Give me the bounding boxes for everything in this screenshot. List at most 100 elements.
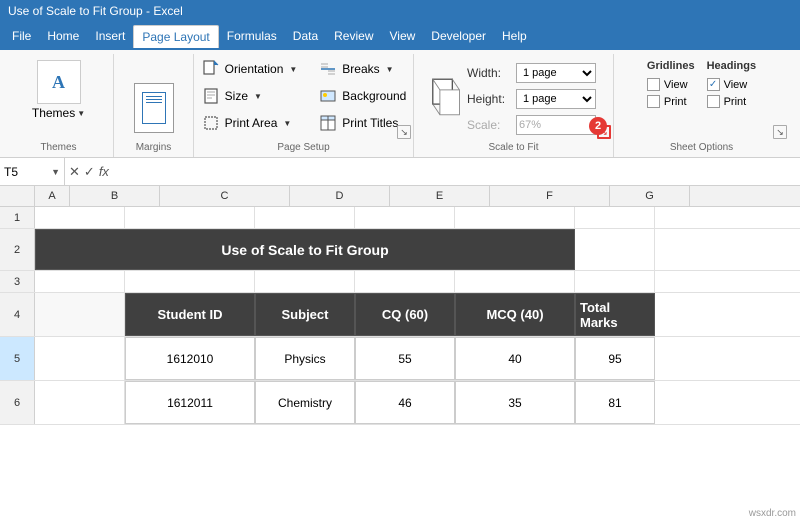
menu-file[interactable]: File <box>4 25 39 47</box>
themes-button[interactable]: A Themes ▼ <box>24 56 93 124</box>
cell-d5[interactable]: Physics <box>255 337 355 380</box>
headings-view-checkbox[interactable] <box>707 78 720 91</box>
cell-b2-merged[interactable]: Use of Scale to Fit Group <box>35 229 575 270</box>
data-row1-col4: 81 <box>608 396 621 410</box>
page-setup-group: Orientation ▼ Size ▼ Print Area ▼ <box>194 54 414 157</box>
confirm-btn[interactable]: ✓ <box>84 164 95 180</box>
gridlines-print-checkbox[interactable] <box>647 95 660 108</box>
print-titles-button[interactable]: Print Titles <box>314 110 410 136</box>
size-label: Size <box>225 89 248 103</box>
menu-insert[interactable]: Insert <box>87 25 133 47</box>
scale-row: Scale: <box>467 113 596 137</box>
cell-f4-header[interactable]: MCQ (40) <box>455 293 575 336</box>
header-cq: CQ (60) <box>382 307 428 322</box>
cell-d6[interactable]: Chemistry <box>255 381 355 424</box>
data-row0-col0: 1612010 <box>167 352 214 366</box>
cell-f1[interactable] <box>455 207 575 228</box>
gridlines-view-checkbox[interactable] <box>647 78 660 91</box>
cell-f6[interactable]: 35 <box>455 381 575 424</box>
ps-right-buttons: Breaks ▼ Background Print Titles <box>314 56 410 136</box>
cell-g6[interactable]: 81 <box>575 381 655 424</box>
size-button[interactable]: Size ▼ <box>197 83 302 109</box>
data-row0-col2: 55 <box>398 352 411 366</box>
menu-bar: File Home Insert Page Layout Formulas Da… <box>0 22 800 50</box>
cell-e1[interactable] <box>355 207 455 228</box>
row-num-header <box>0 186 35 206</box>
cell-g1[interactable] <box>575 207 655 228</box>
menu-formulas[interactable]: Formulas <box>219 25 285 47</box>
cell-g2[interactable] <box>575 229 655 270</box>
menu-home[interactable]: Home <box>39 25 87 47</box>
ribbon: A Themes ▼ Themes Margins <box>0 50 800 158</box>
header-student-id: Student ID <box>158 307 223 322</box>
menu-data[interactable]: Data <box>285 25 326 47</box>
margins-icon[interactable] <box>134 83 174 133</box>
cell-d4-header[interactable]: Subject <box>255 293 355 336</box>
breaks-button[interactable]: Breaks ▼ <box>314 56 410 82</box>
cell-c1[interactable] <box>125 207 255 228</box>
cell-b3[interactable] <box>35 271 125 292</box>
gridlines-view-row: View <box>647 78 695 91</box>
background-label: Background <box>342 89 406 103</box>
data-row1-col3: 35 <box>508 396 521 410</box>
orientation-button[interactable]: Orientation ▼ <box>197 56 302 82</box>
headings-view-label: View <box>724 79 748 91</box>
cell-b4[interactable] <box>35 293 125 336</box>
sheet-options-dialog-launcher[interactable]: ↘ <box>773 125 787 139</box>
height-select[interactable]: 1 page 2 pages 3 pages Automatic <box>516 89 596 109</box>
title-bar: Use of Scale to Fit Group - Excel <box>0 0 800 22</box>
cell-c4-header[interactable]: Student ID <box>125 293 255 336</box>
themes-group: A Themes ▼ Themes <box>4 54 114 157</box>
cell-d3[interactable] <box>255 271 355 292</box>
themes-label: Themes <box>32 106 75 120</box>
cell-b6[interactable] <box>35 381 125 424</box>
menu-help[interactable]: Help <box>494 25 535 47</box>
size-arrow: ▼ <box>254 92 262 101</box>
cell-e3[interactable] <box>355 271 455 292</box>
cancel-btn[interactable]: ✕ <box>69 164 80 180</box>
cell-g3[interactable] <box>575 271 655 292</box>
cell-f5[interactable]: 40 <box>455 337 575 380</box>
formula-input[interactable] <box>113 158 800 185</box>
sheet-options-group: Gridlines View Print Headings View <box>614 54 789 157</box>
menu-review[interactable]: Review <box>326 25 381 47</box>
cell-g5[interactable]: 95 <box>575 337 655 380</box>
cell-g4-header[interactable]: Total Marks <box>575 293 655 336</box>
height-label: Height: <box>467 92 512 106</box>
background-button[interactable]: Background <box>314 83 410 109</box>
data-row0-col1: Physics <box>284 352 325 366</box>
cell-b5[interactable] <box>35 337 125 380</box>
scale-input[interactable] <box>516 115 596 135</box>
print-area-button[interactable]: Print Area ▼ <box>197 110 302 136</box>
themes-icon: A <box>37 60 81 104</box>
cell-b1[interactable] <box>35 207 125 228</box>
headings-print-label: Print <box>724 96 747 108</box>
menu-view[interactable]: View <box>382 25 424 47</box>
cell-ref-arrow[interactable]: ▼ <box>51 167 60 177</box>
cell-c6[interactable]: 1612011 <box>125 381 255 424</box>
spreadsheet: A B C D E F G 1 2 Use of Scale to Fit Gr… <box>0 186 800 425</box>
header-mcq: MCQ (40) <box>486 307 543 322</box>
width-select[interactable]: 1 page 2 pages 3 pages Automatic <box>516 63 596 83</box>
headings-print-checkbox[interactable] <box>707 95 720 108</box>
data-row0-col3: 40 <box>508 352 521 366</box>
cell-c3[interactable] <box>125 271 255 292</box>
cell-f3[interactable] <box>455 271 575 292</box>
cell-c5[interactable]: 1612010 <box>125 337 255 380</box>
scale-icon <box>431 81 463 113</box>
page-setup-dialog-launcher[interactable]: ↘ <box>397 125 411 139</box>
row-num-2: 2 <box>0 229 35 270</box>
sheet-options-content: Gridlines View Print Headings View <box>647 56 756 155</box>
cell-d1[interactable] <box>255 207 355 228</box>
func-btn[interactable]: fx <box>99 164 109 179</box>
data-row0-col4: 95 <box>608 352 621 366</box>
scale-dialog-launcher[interactable]: ↘ 2 <box>597 125 611 139</box>
row-3: 3 <box>0 271 800 293</box>
menu-page-layout[interactable]: Page Layout <box>133 25 218 48</box>
row-6: 6 1612011 Chemistry 46 35 81 <box>0 381 800 425</box>
cell-e4-header[interactable]: CQ (60) <box>355 293 455 336</box>
watermark: wsxdr.com <box>749 508 796 519</box>
menu-developer[interactable]: Developer <box>423 25 494 47</box>
cell-e5[interactable]: 55 <box>355 337 455 380</box>
cell-e6[interactable]: 46 <box>355 381 455 424</box>
